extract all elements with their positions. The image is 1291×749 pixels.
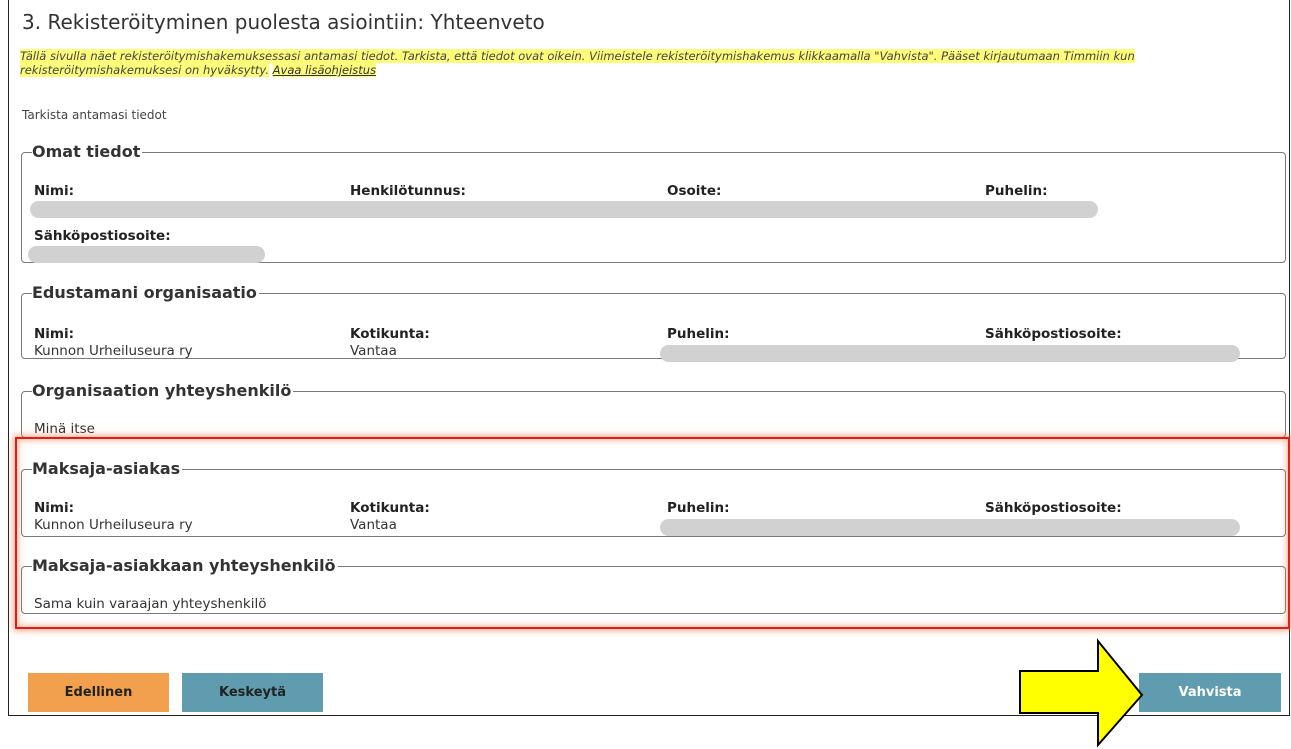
organization-legend: Edustamani organisaatio (32, 283, 257, 302)
org-email-label: Sähköpostiosoite: (985, 326, 1122, 342)
abort-button[interactable]: Keskeytä (182, 673, 323, 712)
notice-text: Tällä sivulla näet rekisteröitymishakemu… (20, 49, 1135, 77)
org-municipality-label: Kotikunta: (350, 326, 430, 342)
org-name-label: Nimi: (34, 326, 75, 342)
check-info-label: Tarkista antamasi tiedot (22, 108, 167, 122)
organization-section: Edustamani organisaatio Nimi: Kunnon Urh… (21, 283, 1286, 362)
own-phone-label: Puhelin: (985, 183, 1048, 199)
own-ssn-label: Henkilötunnus: (350, 183, 466, 199)
org-contact-value: Minä itse (34, 421, 95, 437)
own-email-label: Sähköpostiosoite: (34, 228, 171, 244)
previous-button[interactable]: Edellinen (28, 673, 169, 712)
redacted-org-contact (660, 345, 1240, 362)
arrow-pointer-icon (1019, 638, 1144, 748)
page-title: 3. Rekisteröityminen puolesta asiointiin… (22, 10, 545, 34)
org-contact-legend: Organisaation yhteyshenkilö (32, 381, 292, 400)
confirm-button[interactable]: Vahvista (1139, 673, 1281, 712)
org-phone-label: Puhelin: (667, 326, 730, 342)
highlight-frame (15, 437, 1290, 629)
own-address-label: Osoite: (667, 183, 722, 199)
org-contact-section: Organisaation yhteyshenkilö Minä itse (21, 382, 1286, 438)
instruction-notice: Tällä sivulla näet rekisteröitymishakemu… (20, 49, 1288, 77)
own-name-label: Nimi: (34, 183, 75, 199)
own-info-legend: Omat tiedot (32, 142, 141, 161)
org-municipality-value: Vantaa (350, 343, 397, 359)
org-name-value: Kunnon Urheiluseura ry (34, 343, 193, 359)
redacted-own-details (30, 201, 1098, 218)
redacted-own-email (28, 246, 265, 263)
more-instructions-link[interactable]: Avaa lisäohjeistus (272, 63, 377, 77)
own-info-section: Omat tiedot Nimi: Henkilötunnus: Osoite:… (21, 143, 1286, 263)
